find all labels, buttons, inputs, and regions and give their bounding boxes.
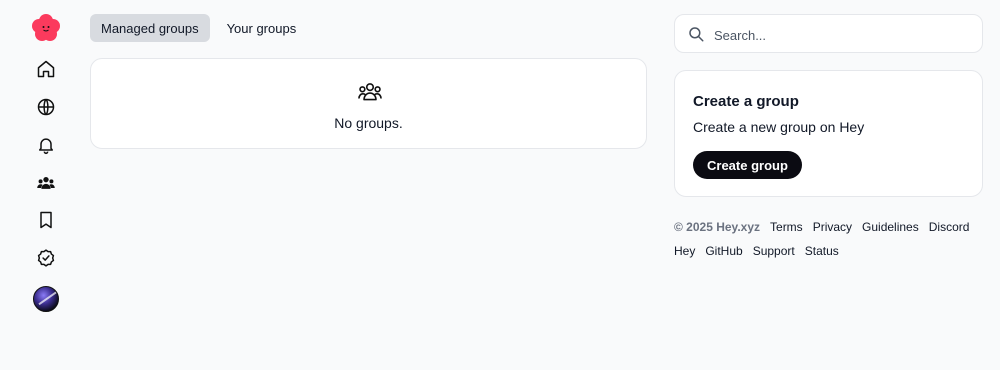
sidebar — [0, 0, 92, 370]
footer-link-terms[interactable]: Terms — [770, 220, 803, 234]
footer-link-support[interactable]: Support — [753, 244, 795, 258]
tab-managed-groups[interactable]: Managed groups — [90, 14, 210, 42]
groups-icon — [37, 177, 55, 189]
bell-icon — [39, 138, 53, 155]
search-box — [674, 14, 983, 53]
create-group-description: Create a new group on Hey — [693, 119, 865, 135]
empty-state-text: No groups. — [334, 115, 403, 131]
globe-icon — [37, 98, 55, 116]
avatar[interactable] — [33, 286, 59, 312]
create-group-title: Create a group — [693, 93, 799, 110]
footer-link-discord[interactable]: Discord — [929, 220, 970, 234]
explore-button[interactable] — [32, 93, 60, 121]
footer-link-status[interactable]: Status — [805, 244, 839, 258]
create-group-button[interactable]: Create group — [693, 151, 802, 179]
create-group-card: Create a group Create a new group on Hey… — [674, 70, 983, 197]
group-tabs: Managed groups Your groups — [90, 14, 307, 42]
copyright: © 2025 Hey.xyz — [674, 220, 761, 234]
groups-button[interactable] — [32, 169, 60, 197]
footer-link-privacy[interactable]: Privacy — [813, 220, 852, 234]
footer-link-github[interactable]: GitHub — [705, 244, 742, 258]
bookmarks-button[interactable] — [32, 206, 60, 234]
groups-icon — [358, 83, 382, 101]
search-input[interactable] — [712, 23, 976, 47]
home-icon — [37, 60, 55, 78]
bookmark-icon — [40, 211, 52, 229]
footer: © 2025 Hey.xyz Terms Privacy Guidelines Disc… — [674, 215, 994, 263]
verified-check-icon — [37, 249, 55, 267]
groups-empty-card: No groups. — [90, 58, 647, 149]
search-icon — [689, 27, 704, 42]
footer-link-hey[interactable]: Hey — [674, 244, 695, 258]
verified-button[interactable] — [32, 244, 60, 272]
notifications-button[interactable] — [32, 131, 60, 159]
logo-icon[interactable] — [31, 13, 61, 43]
tab-your-groups[interactable]: Your groups — [216, 14, 308, 42]
home-button[interactable] — [32, 55, 60, 83]
footer-link-guidelines[interactable]: Guidelines — [862, 220, 919, 234]
